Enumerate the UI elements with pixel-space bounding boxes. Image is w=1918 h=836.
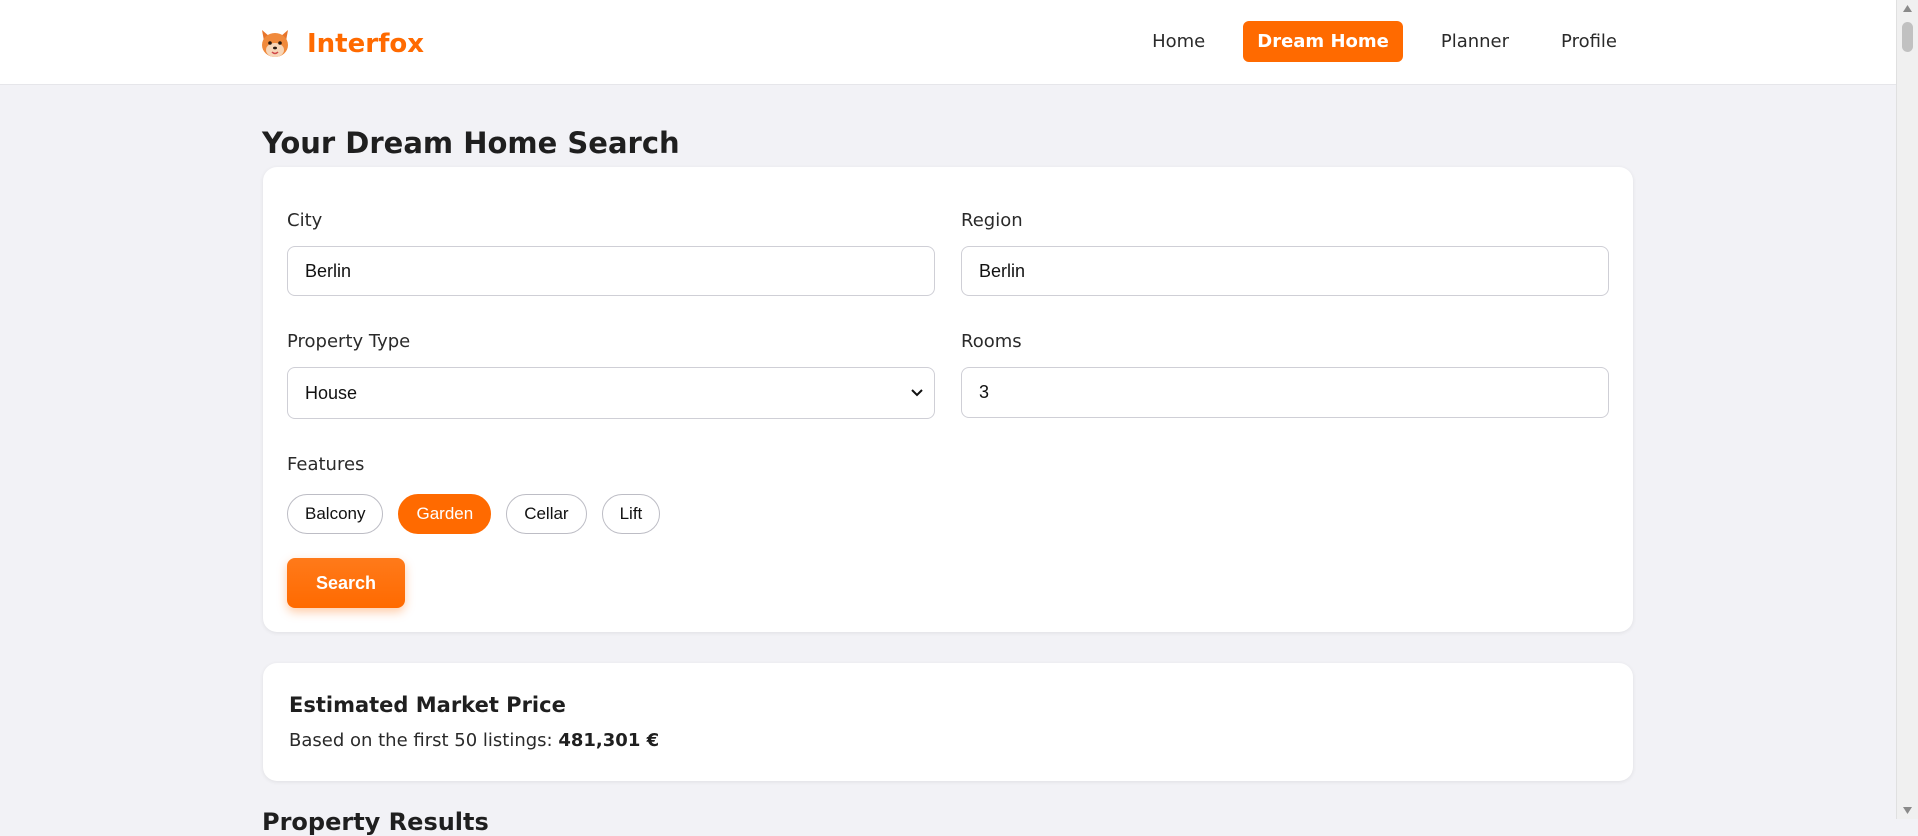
search-form-card: City Berlin Region Berlin Property Type … <box>263 167 1633 632</box>
features-chip-group: Balcony Garden Cellar Lift <box>287 494 675 534</box>
estimated-price-prefix: Based on the first 50 listings: <box>289 730 553 751</box>
region-input[interactable]: Berlin <box>961 246 1609 296</box>
property-type-label: Property Type <box>287 331 411 352</box>
main-nav: Home Dream Home Planner Profile <box>1114 21 1631 62</box>
brand-name: Interfox <box>307 29 425 59</box>
property-type-value: House <box>305 383 358 403</box>
estimated-price-value: 481,301 € <box>558 730 660 751</box>
nav-home[interactable]: Home <box>1138 21 1219 62</box>
estimated-price-card: Estimated Market Price Based on the firs… <box>263 663 1633 781</box>
region-label: Region <box>961 210 1023 231</box>
top-navigation-bar: Interfox Home Dream Home Planner Profile <box>0 0 1897 85</box>
nav-dream-home[interactable]: Dream Home <box>1243 21 1403 62</box>
nav-planner[interactable]: Planner <box>1427 21 1523 62</box>
scroll-up-icon[interactable] <box>1902 3 1913 14</box>
logo[interactable]: Interfox <box>257 24 424 64</box>
property-results-heading: Property Results <box>262 808 489 836</box>
scroll-down-icon[interactable] <box>1902 805 1913 816</box>
search-button[interactable]: Search <box>287 558 405 608</box>
nav-profile[interactable]: Profile <box>1547 21 1631 62</box>
chevron-down-icon <box>911 389 923 397</box>
fox-icon <box>257 24 293 64</box>
features-label: Features <box>287 454 365 475</box>
property-type-select[interactable]: House <box>287 367 935 419</box>
feature-chip-garden[interactable]: Garden <box>398 494 492 534</box>
feature-chip-cellar[interactable]: Cellar <box>506 494 587 534</box>
city-input[interactable]: Berlin <box>287 246 935 296</box>
feature-chip-lift[interactable]: Lift <box>601 494 661 534</box>
estimated-price-title: Estimated Market Price <box>289 693 566 717</box>
rooms-input[interactable]: 3 <box>961 367 1609 418</box>
estimated-price-line: Based on the first 50 listings: 481,301 … <box>289 730 659 751</box>
feature-chip-balcony[interactable]: Balcony <box>287 494 384 534</box>
page-title: Your Dream Home Search <box>262 126 680 160</box>
city-label: City <box>287 210 323 231</box>
vertical-scrollbar[interactable] <box>1896 0 1918 819</box>
scrollbar-thumb[interactable] <box>1902 22 1913 52</box>
rooms-label: Rooms <box>961 331 1022 352</box>
